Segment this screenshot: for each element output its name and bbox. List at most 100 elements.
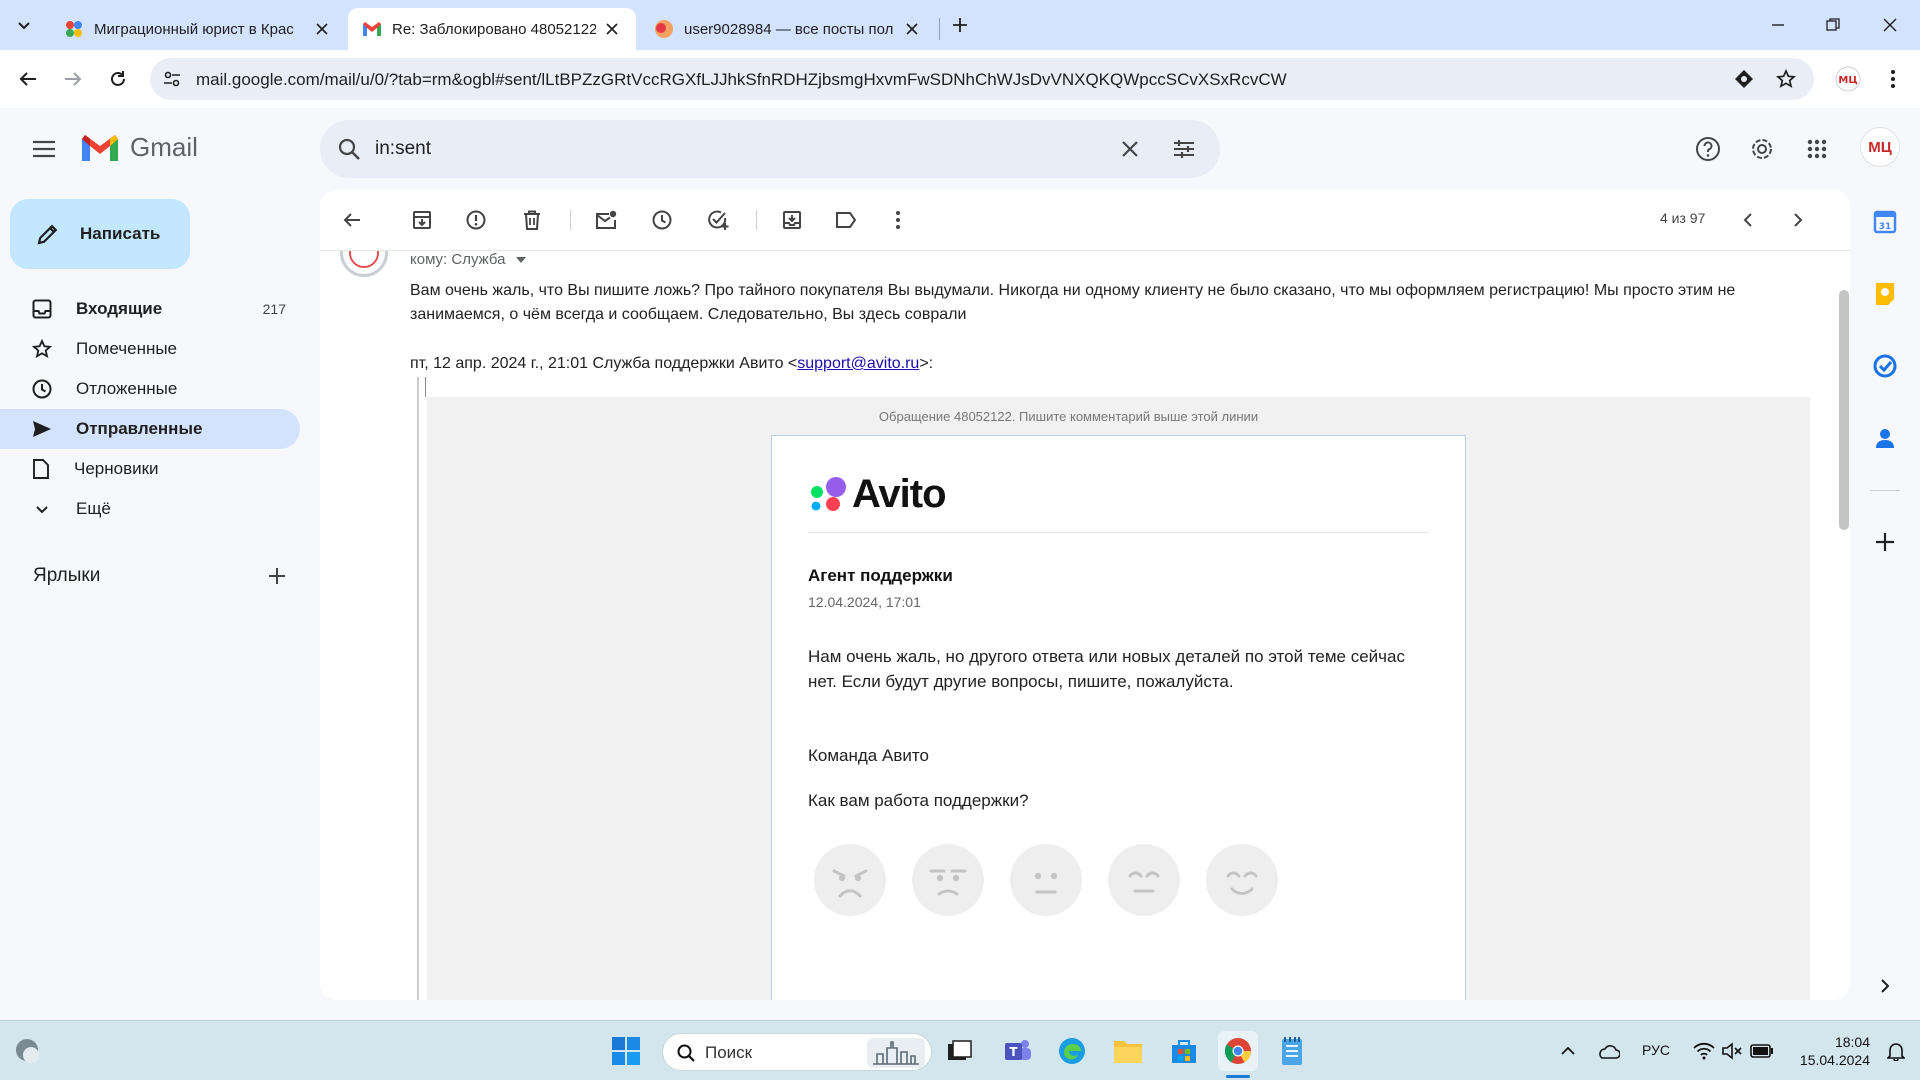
- back-to-list-icon[interactable]: [338, 206, 366, 234]
- clear-search-icon[interactable]: [1110, 129, 1150, 169]
- file-explorer-icon[interactable]: [1108, 1031, 1148, 1071]
- sender-avatar[interactable]: [340, 251, 388, 277]
- get-addons-plus-icon[interactable]: [1867, 524, 1903, 560]
- avito-logo-text: Avito: [852, 472, 947, 516]
- sidebar-item-snoozed[interactable]: Отложенные: [0, 369, 300, 409]
- site-favicon-icon: [66, 21, 82, 37]
- tab-user-posts[interactable]: user9028984 — все посты пол: [640, 8, 936, 50]
- snooze-clock-icon[interactable]: [648, 206, 676, 234]
- browser-tab-strip: Миграционный юрист в Крас Re: Заблокиров…: [0, 0, 1920, 50]
- notepad-icon[interactable]: [1272, 1031, 1312, 1071]
- gmail-m-icon: [82, 134, 118, 161]
- quote-bar: [417, 377, 419, 1000]
- battery-icon[interactable]: [1742, 1031, 1782, 1071]
- taskbar-search[interactable]: Поиск: [662, 1033, 932, 1071]
- delete-trash-icon[interactable]: [518, 206, 546, 234]
- restore-icon[interactable]: [1817, 9, 1849, 41]
- lens-icon[interactable]: [1728, 63, 1760, 95]
- rating-angry-face-icon[interactable]: [814, 844, 886, 916]
- more-options-icon[interactable]: [884, 206, 912, 234]
- recipients-line[interactable]: кому: Служба: [410, 251, 526, 268]
- apps-grid-icon[interactable]: [1797, 129, 1837, 169]
- archive-icon[interactable]: [408, 206, 436, 234]
- message-scrollbar[interactable]: [1837, 290, 1850, 990]
- rating-neutral-face-icon[interactable]: [1010, 844, 1082, 916]
- report-spam-icon[interactable]: [462, 206, 490, 234]
- move-to-icon[interactable]: [778, 206, 806, 234]
- help-icon[interactable]: [1688, 129, 1728, 169]
- tab-migration-lawyer[interactable]: Миграционный юрист в Крас: [50, 8, 346, 50]
- chevron-down-icon: [36, 506, 48, 514]
- browser-menu-icon[interactable]: [1877, 63, 1909, 95]
- site-info-icon[interactable]: [156, 63, 188, 95]
- weather-widget-icon[interactable]: [8, 1031, 48, 1071]
- rating-content-face-icon[interactable]: [1108, 844, 1180, 916]
- account-avatar[interactable]: МЦ: [1860, 127, 1900, 167]
- main-menu-icon[interactable]: [24, 129, 64, 169]
- close-window-icon[interactable]: [1874, 9, 1906, 41]
- sidebar-item-inbox[interactable]: Входящие 217: [0, 289, 300, 329]
- rating-displeased-face-icon[interactable]: [912, 844, 984, 916]
- start-windows-icon[interactable]: [606, 1031, 646, 1071]
- label-tag-icon[interactable]: [832, 206, 860, 234]
- add-label-icon[interactable]: [257, 556, 297, 596]
- rating-question: Как вам работа поддержки?: [808, 791, 1029, 810]
- mark-unread-icon[interactable]: [592, 206, 620, 234]
- tab-search-chevron-icon[interactable]: [8, 9, 40, 41]
- sidebar-item-drafts[interactable]: Черновики: [0, 449, 300, 489]
- search-bar[interactable]: in:sent: [320, 120, 1220, 178]
- expand-panel-chevron-icon[interactable]: [1867, 968, 1903, 1004]
- tab-gmail-active[interactable]: Re: Заблокировано 48052122: [348, 8, 636, 50]
- onedrive-cloud-icon[interactable]: [1588, 1031, 1628, 1071]
- search-input[interactable]: in:sent: [375, 138, 431, 160]
- gmail-header: Gmail in:sent МЦ: [0, 108, 1920, 190]
- sidebar-item-label: Отложенные: [76, 379, 178, 398]
- task-view-icon[interactable]: [940, 1031, 980, 1071]
- sidebar-item-label: Помеченные: [76, 339, 178, 358]
- tab-title: Re: Заблокировано 48052122: [392, 20, 596, 38]
- add-task-icon[interactable]: [704, 206, 732, 234]
- tab-close-icon[interactable]: [902, 19, 922, 39]
- reload-icon[interactable]: [102, 63, 134, 95]
- address-bar[interactable]: mail.google.com/mail/u/0/?tab=rm&ogbl#se…: [150, 58, 1814, 100]
- teams-icon[interactable]: T: [998, 1031, 1038, 1071]
- message-toolbar: 4 из 97: [320, 190, 1850, 250]
- contacts-icon[interactable]: [1867, 420, 1903, 456]
- tab-close-icon[interactable]: [602, 19, 622, 39]
- settings-gear-icon[interactable]: [1742, 129, 1782, 169]
- edge-browser-icon[interactable]: [1052, 1031, 1092, 1071]
- profile-avatar-icon[interactable]: МЦ: [1832, 63, 1864, 95]
- bookmark-star-icon[interactable]: [1770, 63, 1802, 95]
- tab-close-icon[interactable]: [312, 19, 332, 39]
- compose-button[interactable]: Написать: [10, 199, 190, 269]
- calendar-icon[interactable]: 31: [1867, 204, 1903, 240]
- tasks-icon[interactable]: [1867, 348, 1903, 384]
- keep-icon[interactable]: [1867, 276, 1903, 312]
- minimize-icon[interactable]: [1762, 9, 1794, 41]
- system-clock[interactable]: 18:04 15.04.2024: [1790, 1033, 1870, 1069]
- microsoft-store-icon[interactable]: [1164, 1031, 1204, 1071]
- message-pane: 4 из 97 кому: Служба Вам очень жаль, что…: [320, 190, 1850, 1000]
- quote-header: пт, 12 апр. 2024 г., 21:01 Служба поддер…: [410, 355, 933, 373]
- rating-happy-face-icon[interactable]: [1206, 844, 1278, 916]
- newer-chevron-left-icon[interactable]: [1734, 206, 1762, 234]
- sidebar-item-more[interactable]: Ещё: [0, 489, 300, 529]
- input-language[interactable]: РУС: [1642, 1042, 1670, 1058]
- search-icon[interactable]: [329, 129, 369, 169]
- sidebar-item-sent[interactable]: Отправленные: [0, 409, 300, 449]
- caret-down-icon[interactable]: [515, 257, 526, 264]
- older-chevron-right-icon[interactable]: [1784, 206, 1812, 234]
- forward-icon[interactable]: [57, 63, 89, 95]
- sidebar-item-starred[interactable]: Помеченные: [0, 329, 300, 369]
- scrollbar-thumb[interactable]: [1839, 290, 1849, 530]
- avito-logo: Avito: [808, 472, 947, 517]
- avito-dots-logo-icon: [811, 476, 846, 511]
- support-email-link[interactable]: support@avito.ru: [797, 355, 919, 372]
- gmail-logo[interactable]: Gmail: [80, 132, 198, 163]
- search-options-icon[interactable]: [1164, 129, 1204, 169]
- chrome-icon[interactable]: [1218, 1031, 1258, 1071]
- back-icon[interactable]: [12, 63, 44, 95]
- show-hidden-icons-chevron-icon[interactable]: [1548, 1031, 1588, 1071]
- notifications-bell-icon[interactable]: [1876, 1031, 1916, 1071]
- new-tab-icon[interactable]: [944, 9, 976, 41]
